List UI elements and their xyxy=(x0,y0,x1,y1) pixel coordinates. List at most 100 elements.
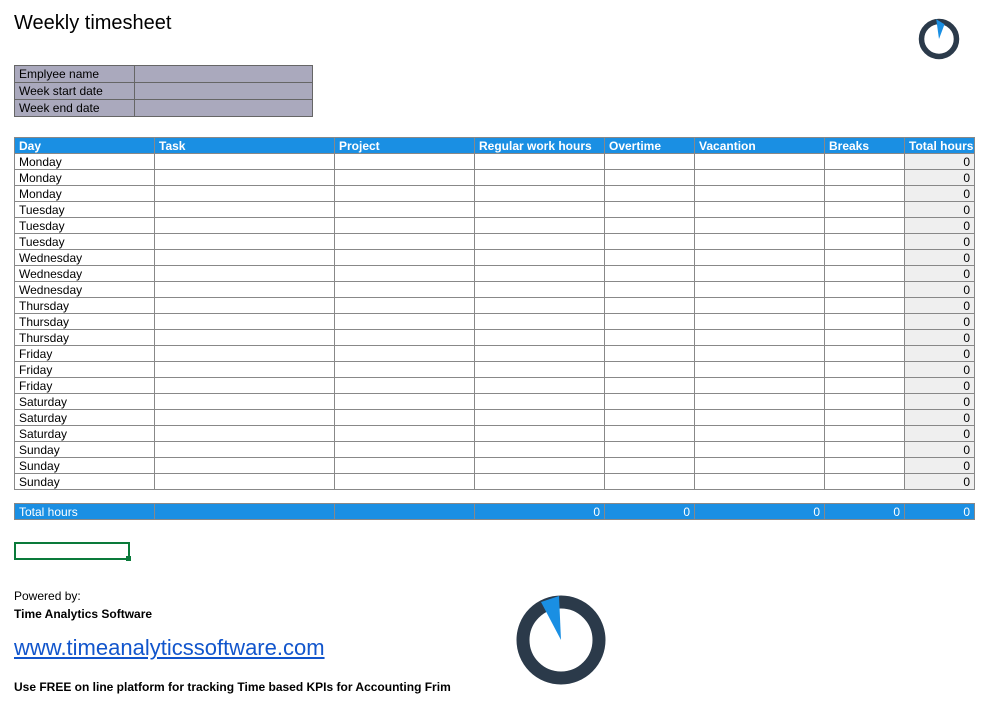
vacation-cell[interactable] xyxy=(695,250,825,266)
vacation-cell[interactable] xyxy=(695,234,825,250)
day-cell[interactable]: Tuesday xyxy=(15,202,155,218)
breaks-cell[interactable] xyxy=(825,170,905,186)
vacation-cell[interactable] xyxy=(695,474,825,490)
breaks-cell[interactable] xyxy=(825,330,905,346)
regular-hours-cell[interactable] xyxy=(475,218,605,234)
vacation-cell[interactable] xyxy=(695,442,825,458)
regular-hours-cell[interactable] xyxy=(475,346,605,362)
day-cell[interactable]: Saturday xyxy=(15,410,155,426)
regular-hours-cell[interactable] xyxy=(475,186,605,202)
project-cell[interactable] xyxy=(335,442,475,458)
meta-value-cell[interactable] xyxy=(135,83,313,100)
overtime-cell[interactable] xyxy=(605,170,695,186)
project-cell[interactable] xyxy=(335,202,475,218)
project-cell[interactable] xyxy=(335,378,475,394)
vacation-cell[interactable] xyxy=(695,410,825,426)
breaks-cell[interactable] xyxy=(825,218,905,234)
project-cell[interactable] xyxy=(335,218,475,234)
regular-hours-cell[interactable] xyxy=(475,298,605,314)
vacation-cell[interactable] xyxy=(695,378,825,394)
breaks-cell[interactable] xyxy=(825,346,905,362)
day-cell[interactable]: Friday xyxy=(15,378,155,394)
project-cell[interactable] xyxy=(335,346,475,362)
task-cell[interactable] xyxy=(155,218,335,234)
overtime-cell[interactable] xyxy=(605,394,695,410)
task-cell[interactable] xyxy=(155,426,335,442)
breaks-cell[interactable] xyxy=(825,442,905,458)
task-cell[interactable] xyxy=(155,266,335,282)
day-cell[interactable]: Monday xyxy=(15,154,155,170)
overtime-cell[interactable] xyxy=(605,218,695,234)
regular-hours-cell[interactable] xyxy=(475,474,605,490)
overtime-cell[interactable] xyxy=(605,298,695,314)
vacation-cell[interactable] xyxy=(695,426,825,442)
project-cell[interactable] xyxy=(335,298,475,314)
overtime-cell[interactable] xyxy=(605,362,695,378)
day-cell[interactable]: Sunday xyxy=(15,474,155,490)
brand-link[interactable]: www.timeanalyticssoftware.com xyxy=(14,631,325,664)
regular-hours-cell[interactable] xyxy=(475,250,605,266)
breaks-cell[interactable] xyxy=(825,154,905,170)
project-cell[interactable] xyxy=(335,362,475,378)
overtime-cell[interactable] xyxy=(605,154,695,170)
day-cell[interactable]: Saturday xyxy=(15,394,155,410)
regular-hours-cell[interactable] xyxy=(475,378,605,394)
regular-hours-cell[interactable] xyxy=(475,330,605,346)
regular-hours-cell[interactable] xyxy=(475,154,605,170)
breaks-cell[interactable] xyxy=(825,202,905,218)
overtime-cell[interactable] xyxy=(605,250,695,266)
task-cell[interactable] xyxy=(155,186,335,202)
task-cell[interactable] xyxy=(155,314,335,330)
regular-hours-cell[interactable] xyxy=(475,314,605,330)
vacation-cell[interactable] xyxy=(695,458,825,474)
breaks-cell[interactable] xyxy=(825,378,905,394)
regular-hours-cell[interactable] xyxy=(475,202,605,218)
regular-hours-cell[interactable] xyxy=(475,458,605,474)
project-cell[interactable] xyxy=(335,458,475,474)
task-cell[interactable] xyxy=(155,282,335,298)
breaks-cell[interactable] xyxy=(825,186,905,202)
regular-hours-cell[interactable] xyxy=(475,234,605,250)
vacation-cell[interactable] xyxy=(695,202,825,218)
task-cell[interactable] xyxy=(155,250,335,266)
regular-hours-cell[interactable] xyxy=(475,266,605,282)
breaks-cell[interactable] xyxy=(825,410,905,426)
overtime-cell[interactable] xyxy=(605,410,695,426)
regular-hours-cell[interactable] xyxy=(475,170,605,186)
breaks-cell[interactable] xyxy=(825,282,905,298)
regular-hours-cell[interactable] xyxy=(475,410,605,426)
breaks-cell[interactable] xyxy=(825,266,905,282)
day-cell[interactable]: Wednesday xyxy=(15,266,155,282)
task-cell[interactable] xyxy=(155,154,335,170)
overtime-cell[interactable] xyxy=(605,442,695,458)
task-cell[interactable] xyxy=(155,474,335,490)
day-cell[interactable]: Tuesday xyxy=(15,234,155,250)
vacation-cell[interactable] xyxy=(695,394,825,410)
overtime-cell[interactable] xyxy=(605,330,695,346)
vacation-cell[interactable] xyxy=(695,362,825,378)
task-cell[interactable] xyxy=(155,346,335,362)
day-cell[interactable]: Thursday xyxy=(15,298,155,314)
project-cell[interactable] xyxy=(335,410,475,426)
day-cell[interactable]: Friday xyxy=(15,346,155,362)
vacation-cell[interactable] xyxy=(695,282,825,298)
breaks-cell[interactable] xyxy=(825,426,905,442)
regular-hours-cell[interactable] xyxy=(475,362,605,378)
regular-hours-cell[interactable] xyxy=(475,282,605,298)
breaks-cell[interactable] xyxy=(825,234,905,250)
day-cell[interactable]: Sunday xyxy=(15,458,155,474)
task-cell[interactable] xyxy=(155,298,335,314)
project-cell[interactable] xyxy=(335,250,475,266)
task-cell[interactable] xyxy=(155,330,335,346)
task-cell[interactable] xyxy=(155,362,335,378)
project-cell[interactable] xyxy=(335,266,475,282)
day-cell[interactable]: Wednesday xyxy=(15,282,155,298)
regular-hours-cell[interactable] xyxy=(475,426,605,442)
breaks-cell[interactable] xyxy=(825,298,905,314)
vacation-cell[interactable] xyxy=(695,170,825,186)
project-cell[interactable] xyxy=(335,474,475,490)
overtime-cell[interactable] xyxy=(605,378,695,394)
task-cell[interactable] xyxy=(155,234,335,250)
day-cell[interactable]: Thursday xyxy=(15,330,155,346)
overtime-cell[interactable] xyxy=(605,458,695,474)
